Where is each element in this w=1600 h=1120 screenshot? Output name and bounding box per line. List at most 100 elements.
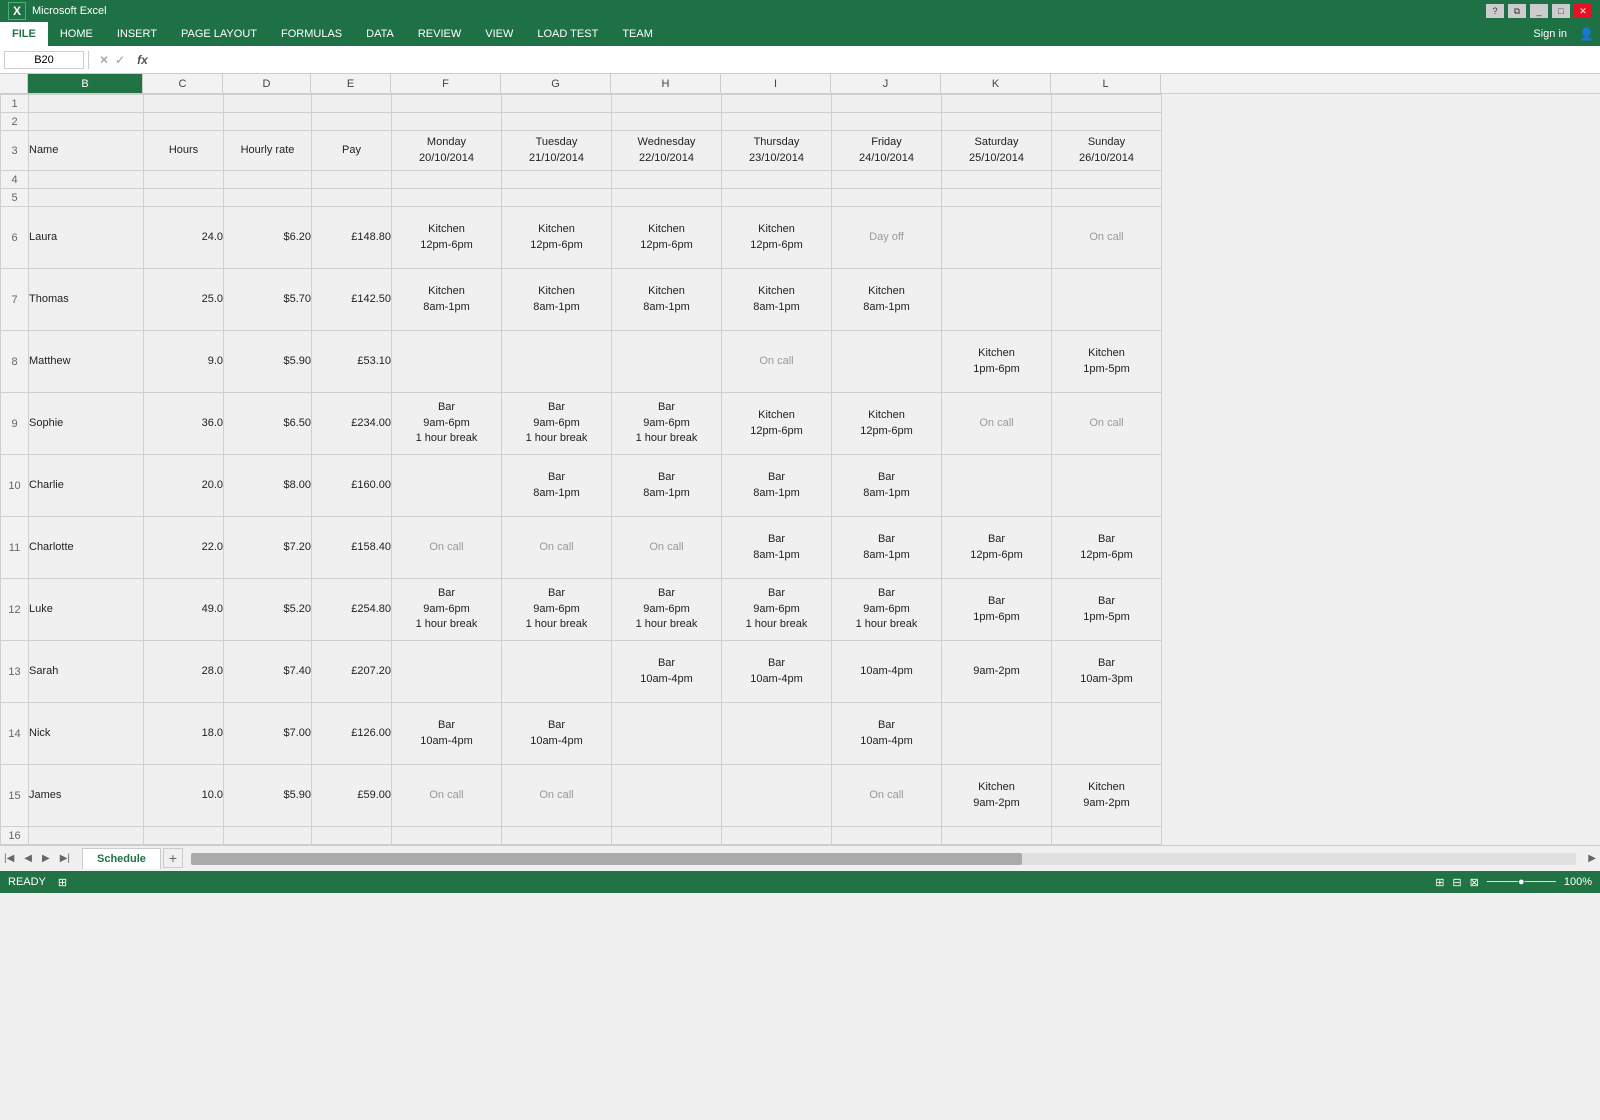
cell-nick-pay[interactable]: £126.00 [312, 703, 392, 765]
cell-matthew-pay[interactable]: £53.10 [312, 331, 392, 393]
cell-l5[interactable] [1052, 189, 1162, 207]
tab-review[interactable]: REVIEW [406, 22, 473, 46]
cell-sophie-rate[interactable]: $6.50 [224, 393, 312, 455]
cell-sophie-hours[interactable]: 36.0 [144, 393, 224, 455]
cell-k5[interactable] [942, 189, 1052, 207]
cell-g1[interactable] [502, 95, 612, 113]
cell-sarah-mon[interactable] [392, 641, 502, 703]
cell-l2[interactable] [1052, 113, 1162, 131]
cell-nick-fri[interactable]: Bar10am-4pm [832, 703, 942, 765]
cell-laura-tue[interactable]: Kitchen12pm-6pm [502, 207, 612, 269]
cell-james-mon[interactable]: On call [392, 765, 502, 827]
cell-thomas-wed[interactable]: Kitchen8am-1pm [612, 269, 722, 331]
cell-e1[interactable] [312, 95, 392, 113]
cell-k16[interactable] [942, 827, 1052, 845]
sheet-nav-next[interactable]: ▶ [38, 851, 54, 866]
row-num-16[interactable]: 16 [1, 827, 29, 845]
tab-team[interactable]: TEAM [610, 22, 665, 46]
cell-sunday-header[interactable]: Sunday26/10/2014 [1052, 131, 1162, 171]
tab-load-test[interactable]: LOAD TEST [525, 22, 610, 46]
row-num-8[interactable]: 8 [1, 331, 29, 393]
cell-thomas-rate[interactable]: $5.70 [224, 269, 312, 331]
cell-matthew-tue[interactable] [502, 331, 612, 393]
cell-james-fri[interactable]: On call [832, 765, 942, 827]
sheet-add-button[interactable]: + [163, 848, 183, 868]
sheet-nav-first[interactable]: |◀ [0, 851, 18, 866]
sheet-nav-prev[interactable]: ◀ [20, 851, 36, 866]
cell-sophie-sun[interactable]: On call [1052, 393, 1162, 455]
cell-b5[interactable] [29, 189, 144, 207]
cell-luke-wed[interactable]: Bar9am-6pm1 hour break [612, 579, 722, 641]
cell-charlotte-fri[interactable]: Bar8am-1pm [832, 517, 942, 579]
cell-charlotte-pay[interactable]: £158.40 [312, 517, 392, 579]
cell-laura-wed[interactable]: Kitchen12pm-6pm [612, 207, 722, 269]
cell-charlotte-mon[interactable]: On call [392, 517, 502, 579]
cell-j16[interactable] [832, 827, 942, 845]
cell-h16[interactable] [612, 827, 722, 845]
cell-i2[interactable] [722, 113, 832, 131]
cell-thomas-mon[interactable]: Kitchen8am-1pm [392, 269, 502, 331]
view-break-icon[interactable]: ⊠ [1470, 876, 1479, 889]
cell-charlie-sat[interactable] [942, 455, 1052, 517]
cell-laura-sat[interactable] [942, 207, 1052, 269]
cell-sarah-fri[interactable]: 10am-4pm [832, 641, 942, 703]
formula-input[interactable] [154, 53, 1596, 67]
cell-name-header[interactable]: Name [29, 131, 144, 171]
cell-i16[interactable] [722, 827, 832, 845]
row-num-15[interactable]: 15 [1, 765, 29, 827]
tab-home[interactable]: HOME [48, 22, 105, 46]
cell-i5[interactable] [722, 189, 832, 207]
cell-b4[interactable] [29, 171, 144, 189]
cell-james-sun[interactable]: Kitchen9am-2pm [1052, 765, 1162, 827]
cell-charlie-name[interactable]: Charlie [29, 455, 144, 517]
cell-e16[interactable] [312, 827, 392, 845]
cell-charlotte-hours[interactable]: 22.0 [144, 517, 224, 579]
scroll-right-button[interactable]: ▶ [1584, 853, 1600, 864]
cell-nick-tue[interactable]: Bar10am-4pm [502, 703, 612, 765]
cell-luke-fri[interactable]: Bar9am-6pm1 hour break [832, 579, 942, 641]
row-num-6[interactable]: 6 [1, 207, 29, 269]
cell-charlotte-sat[interactable]: Bar12pm-6pm [942, 517, 1052, 579]
cell-james-wed[interactable] [612, 765, 722, 827]
cell-sophie-name[interactable]: Sophie [29, 393, 144, 455]
cell-nick-hours[interactable]: 18.0 [144, 703, 224, 765]
cell-c1[interactable] [144, 95, 224, 113]
cell-g4[interactable] [502, 171, 612, 189]
cell-e2[interactable] [312, 113, 392, 131]
cell-h4[interactable] [612, 171, 722, 189]
row-num-7[interactable]: 7 [1, 269, 29, 331]
cell-sarah-wed[interactable]: Bar10am-4pm [612, 641, 722, 703]
row-num-10[interactable]: 10 [1, 455, 29, 517]
cell-nick-sun[interactable] [1052, 703, 1162, 765]
cell-thomas-sun[interactable] [1052, 269, 1162, 331]
cell-thomas-hours[interactable]: 25.0 [144, 269, 224, 331]
cell-luke-mon[interactable]: Bar9am-6pm1 hour break [392, 579, 502, 641]
col-header-k[interactable]: K [941, 74, 1051, 93]
cell-hourly-rate-header[interactable]: Hourly rate [224, 131, 312, 171]
cell-charlie-rate[interactable]: $8.00 [224, 455, 312, 517]
cell-charlie-hours[interactable]: 20.0 [144, 455, 224, 517]
cell-j4[interactable] [832, 171, 942, 189]
cell-laura-mon[interactable]: Kitchen12pm-6pm [392, 207, 502, 269]
help-button[interactable]: ? [1486, 4, 1504, 18]
cell-charlie-pay[interactable]: £160.00 [312, 455, 392, 517]
cell-sarah-name[interactable]: Sarah [29, 641, 144, 703]
view-normal-icon[interactable]: ⊞ [1435, 876, 1444, 889]
cell-f2[interactable] [392, 113, 502, 131]
col-header-e[interactable]: E [311, 74, 391, 93]
row-num-14[interactable]: 14 [1, 703, 29, 765]
cell-l1[interactable] [1052, 95, 1162, 113]
col-header-f[interactable]: F [391, 74, 501, 93]
cell-j2[interactable] [832, 113, 942, 131]
cell-laura-hours[interactable]: 24.0 [144, 207, 224, 269]
cell-luke-tue[interactable]: Bar9am-6pm1 hour break [502, 579, 612, 641]
cell-laura-sun[interactable]: On call [1052, 207, 1162, 269]
col-header-c[interactable]: C [143, 74, 223, 93]
col-header-d[interactable]: D [223, 74, 311, 93]
cell-sarah-rate[interactable]: $7.40 [224, 641, 312, 703]
cell-james-sat[interactable]: Kitchen9am-2pm [942, 765, 1052, 827]
cell-james-tue[interactable]: On call [502, 765, 612, 827]
cell-reference-input[interactable]: B20 [4, 51, 84, 69]
cell-charlotte-thu[interactable]: Bar8am-1pm [722, 517, 832, 579]
cell-charlotte-wed[interactable]: On call [612, 517, 722, 579]
